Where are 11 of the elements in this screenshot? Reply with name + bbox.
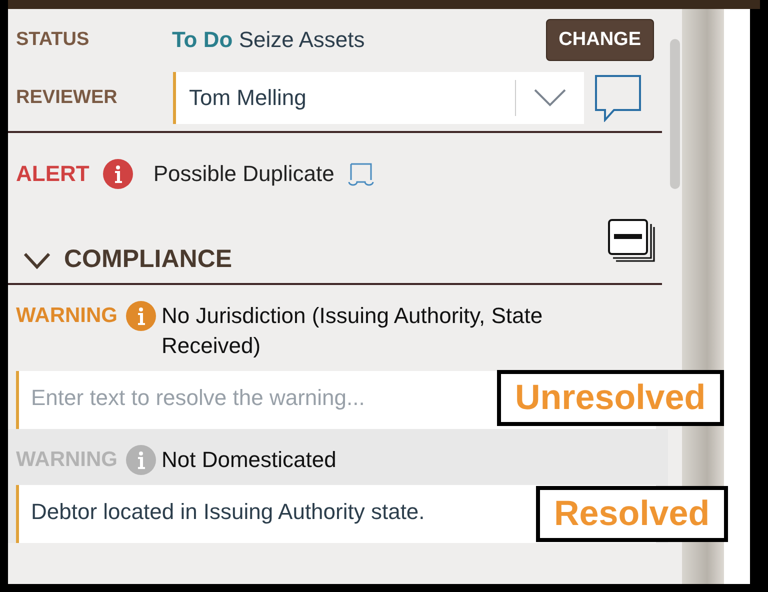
section-title: COMPLIANCE	[64, 245, 234, 274]
status-label: STATUS	[16, 29, 90, 51]
warning-text: Not Domesticated	[162, 446, 336, 474]
status-value: To Do Seize Assets	[172, 27, 366, 53]
warning-label: WARNING	[16, 303, 118, 329]
alert-label: ALERT	[16, 161, 90, 187]
reviewer-label: REVIEWER	[16, 87, 118, 109]
annotation-tooltip: Resolved	[536, 486, 728, 542]
alert-text: Possible Duplicate	[153, 161, 334, 187]
annotation-tooltip: Unresolved	[497, 370, 724, 426]
warning-text: No Jurisdiction (Issuing Authority, State Received)	[162, 302, 544, 360]
